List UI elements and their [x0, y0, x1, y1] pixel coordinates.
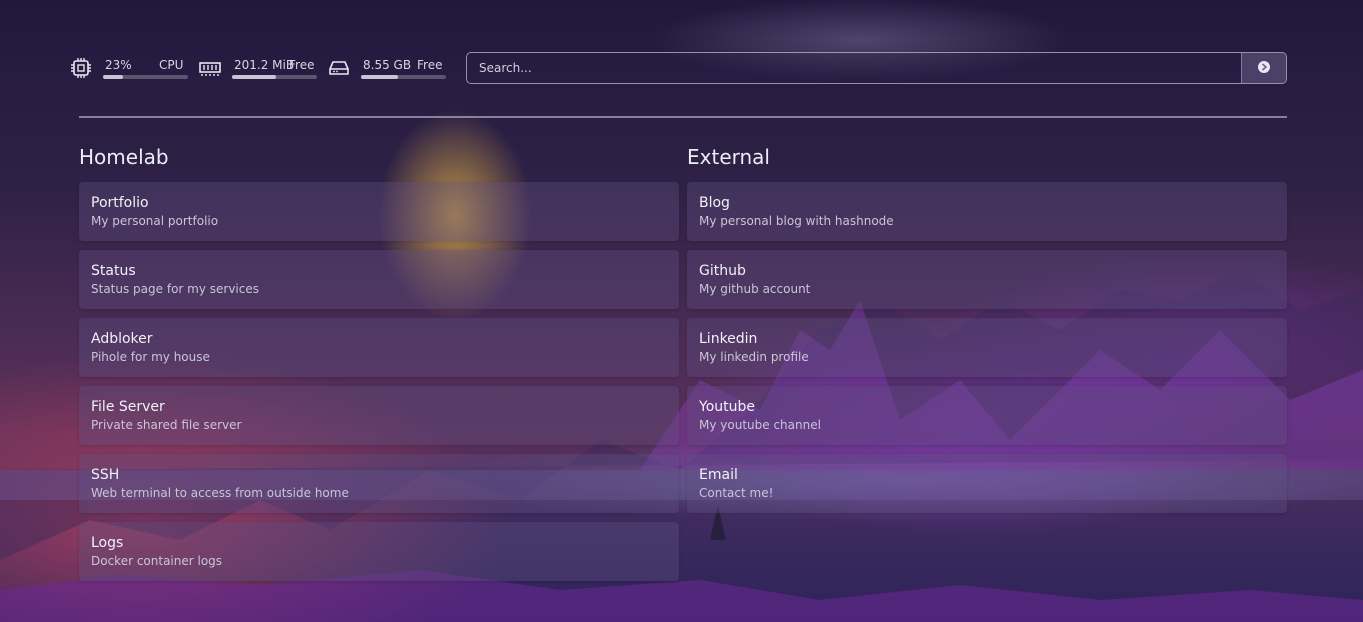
card-description: Pihole for my house	[91, 350, 210, 364]
link-card-file-server[interactable]: File Server Private shared file server	[79, 386, 679, 445]
card-description: My youtube channel	[699, 418, 821, 432]
card-title: File Server	[91, 399, 165, 415]
card-title: SSH	[91, 467, 120, 483]
card-title: Github	[699, 263, 746, 279]
external-title: External	[687, 145, 770, 169]
card-description: Contact me!	[699, 486, 774, 500]
memory-usage-fill	[232, 75, 277, 79]
link-card-linkedin[interactable]: Linkedin My linkedin profile	[687, 318, 1287, 377]
card-description: My personal blog with hashnode	[699, 214, 894, 228]
card-description: Web terminal to access from outside home	[91, 486, 349, 500]
cpu-usage-bar	[103, 75, 188, 79]
search-submit-icon	[1257, 59, 1271, 78]
disk-usage-fill	[361, 75, 398, 79]
homelab-title: Homelab	[79, 145, 169, 169]
cpu-stat: 23% CPU	[70, 52, 190, 84]
memory-icon	[199, 57, 221, 79]
card-description: My github account	[699, 282, 811, 296]
link-card-adbloker[interactable]: Adbloker Pihole for my house	[79, 318, 679, 377]
link-card-ssh[interactable]: SSH Web terminal to access from outside …	[79, 454, 679, 513]
card-description: Private shared file server	[91, 418, 242, 432]
homelab-section: Homelab Portfolio My personal portfolio …	[79, 144, 679, 590]
link-card-youtube[interactable]: Youtube My youtube channel	[687, 386, 1287, 445]
memory-stat: 201.2 MiB Free	[199, 52, 319, 84]
cpu-label: CPU	[159, 58, 184, 72]
memory-label: Free	[289, 58, 315, 72]
cpu-value: 23%	[105, 58, 132, 72]
disk-icon	[328, 57, 350, 79]
card-title: Linkedin	[699, 331, 758, 347]
cpu-usage-fill	[103, 75, 123, 79]
external-section: External Blog My personal blog with hash…	[687, 144, 1287, 522]
card-description: My linkedin profile	[699, 350, 809, 364]
link-card-logs[interactable]: Logs Docker container logs	[79, 522, 679, 581]
disk-usage-bar	[361, 75, 446, 79]
card-title: Email	[699, 467, 738, 483]
system-stats-bar: 23% CPU 201.2 MiB Free 8.55 GB Free Sear…	[70, 52, 1287, 84]
disk-value: 8.55 GB	[363, 58, 412, 72]
card-title: Portfolio	[91, 195, 149, 211]
card-title: Youtube	[699, 399, 755, 415]
link-card-github[interactable]: Github My github account	[687, 250, 1287, 309]
link-card-status[interactable]: Status Status page for my services	[79, 250, 679, 309]
cpu-icon	[70, 57, 92, 79]
card-description: Status page for my services	[91, 282, 259, 296]
link-card-email[interactable]: Email Contact me!	[687, 454, 1287, 513]
disk-stat: 8.55 GB Free	[328, 52, 448, 84]
memory-usage-bar	[232, 75, 317, 79]
card-title: Logs	[91, 535, 124, 551]
header-divider	[79, 116, 1287, 118]
card-title: Blog	[699, 195, 730, 211]
card-title: Status	[91, 263, 136, 279]
card-title: Adbloker	[91, 331, 153, 347]
card-description: Docker container logs	[91, 554, 223, 568]
memory-value: 201.2 MiB	[234, 58, 295, 72]
card-description: My personal portfolio	[91, 214, 219, 228]
search-button[interactable]	[1241, 53, 1286, 83]
link-card-portfolio[interactable]: Portfolio My personal portfolio	[79, 182, 679, 241]
disk-label: Free	[417, 58, 443, 72]
search-box	[466, 52, 1287, 84]
search-input[interactable]	[467, 53, 1237, 83]
link-card-blog[interactable]: Blog My personal blog with hashnode	[687, 182, 1287, 241]
